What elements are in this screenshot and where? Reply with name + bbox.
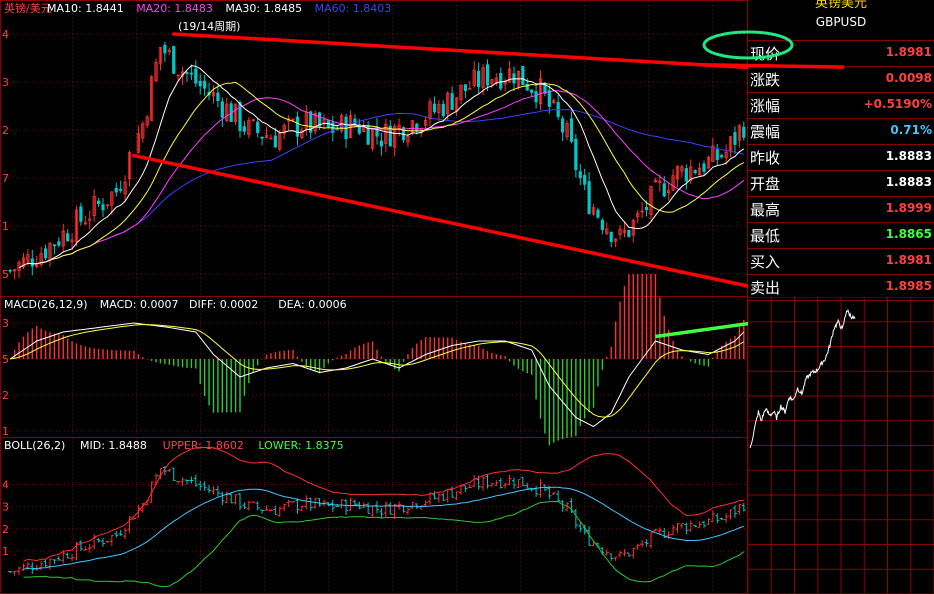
y-tick-label: 4 <box>2 479 9 492</box>
candle-body <box>693 170 697 174</box>
quote-value: 1.8865 <box>885 227 932 241</box>
boll-mid-line <box>23 486 744 570</box>
macd-trend-line <box>655 321 748 339</box>
candle-body <box>8 269 12 272</box>
candle-body <box>52 244 57 247</box>
legend-entry: MACD: 0.0007 <box>100 298 179 311</box>
intraday-tick-chart <box>748 297 934 594</box>
candle-body <box>114 187 118 193</box>
y-tick-label: 2 <box>2 124 9 137</box>
candle-body <box>96 200 101 205</box>
quote-row: 最高 1.8999 <box>748 196 934 223</box>
quote-row: 震幅 0.71% <box>748 118 934 145</box>
quote-value: 1.8985 <box>885 279 932 293</box>
quote-row: 买入 1.8981 <box>748 248 934 275</box>
quote-value: 0.71% <box>890 123 932 137</box>
candle-body <box>256 121 260 133</box>
trend-line-extension <box>699 62 845 69</box>
legend-entry: MID: 1.8488 <box>80 439 147 452</box>
y-tick-label: 5 <box>2 353 9 366</box>
candle-body <box>733 132 737 145</box>
overlay-layer <box>699 30 845 69</box>
highlight-ellipse <box>702 30 794 60</box>
quote-label: 卖出 <box>750 279 781 297</box>
candle-body <box>260 136 264 139</box>
candle-body <box>574 138 578 171</box>
legend-entry: LOWER: 1.8375 <box>258 439 343 452</box>
candle-body <box>627 229 631 237</box>
candle-body <box>587 181 591 214</box>
y-tick-label: 1 <box>2 220 9 233</box>
candle-body <box>415 123 419 132</box>
candle-body <box>119 188 123 191</box>
quote-value: 1.8883 <box>885 149 932 163</box>
y-tick-label: 2 <box>2 523 9 536</box>
legend-entry: DIFF: 0.0002 <box>189 298 258 311</box>
y-tick-label: 5 <box>2 268 9 281</box>
tick-price-line <box>749 309 856 449</box>
candle-body <box>662 183 666 197</box>
candle-body <box>57 241 61 246</box>
candle-body <box>269 137 273 140</box>
legend-entry: UPPER: 1.8602 <box>163 439 244 452</box>
quote-value: 1.8883 <box>885 175 932 189</box>
quote-row: 开盘 1.8883 <box>748 170 934 197</box>
boll-upper-line <box>23 446 744 562</box>
candle-body <box>578 171 582 179</box>
candle-body <box>644 207 649 211</box>
candle-body <box>561 118 565 133</box>
y-tick-label: 1 <box>2 425 9 438</box>
y-tick-label: 3 <box>2 317 9 330</box>
candle-body <box>684 168 688 182</box>
legend-entry: DEA: 0.0006 <box>278 298 346 311</box>
quote-label: 最高 <box>750 201 781 219</box>
y-tick-label: 1 <box>2 545 9 558</box>
quote-row: 最低 1.8865 <box>748 222 934 249</box>
candle-body <box>569 118 574 142</box>
candle-body <box>101 204 105 211</box>
candle-body <box>79 206 83 222</box>
legend-entry: MACD(26,12,9) <box>4 298 88 311</box>
quote-row: 卖出 1.8985 <box>748 274 934 301</box>
candle-body <box>596 209 600 218</box>
candle-body <box>742 126 746 138</box>
quote-value: 1.8981 <box>885 253 932 267</box>
y-tick-label: 2 <box>2 389 9 402</box>
candle-body <box>66 233 70 242</box>
quote-label: 昨收 <box>750 149 781 167</box>
y-tick-label: 7 <box>2 172 9 185</box>
candle-body <box>609 231 613 242</box>
legend-entry: BOLL(26,2) <box>4 439 65 452</box>
candle-body <box>715 149 719 160</box>
candle-body <box>583 175 587 185</box>
y-tick-label: 3 <box>2 501 9 514</box>
candle-body <box>43 248 48 259</box>
candle-body <box>30 258 34 267</box>
quote-label: 买入 <box>750 253 781 271</box>
candle-body <box>702 163 706 172</box>
quote-value: 1.8999 <box>885 201 932 215</box>
quote-row: 昨收 1.8883 <box>748 144 934 171</box>
boll-bars <box>8 466 746 576</box>
candle-body <box>379 140 384 147</box>
candle-body <box>600 220 604 231</box>
candle-body <box>242 126 247 132</box>
quote-label: 震幅 <box>750 123 781 141</box>
candle-body <box>273 135 277 148</box>
quote-label: 最低 <box>750 227 781 245</box>
boll-lower-line <box>23 500 745 588</box>
candle-body <box>720 155 724 158</box>
quote-label: 开盘 <box>750 175 781 193</box>
